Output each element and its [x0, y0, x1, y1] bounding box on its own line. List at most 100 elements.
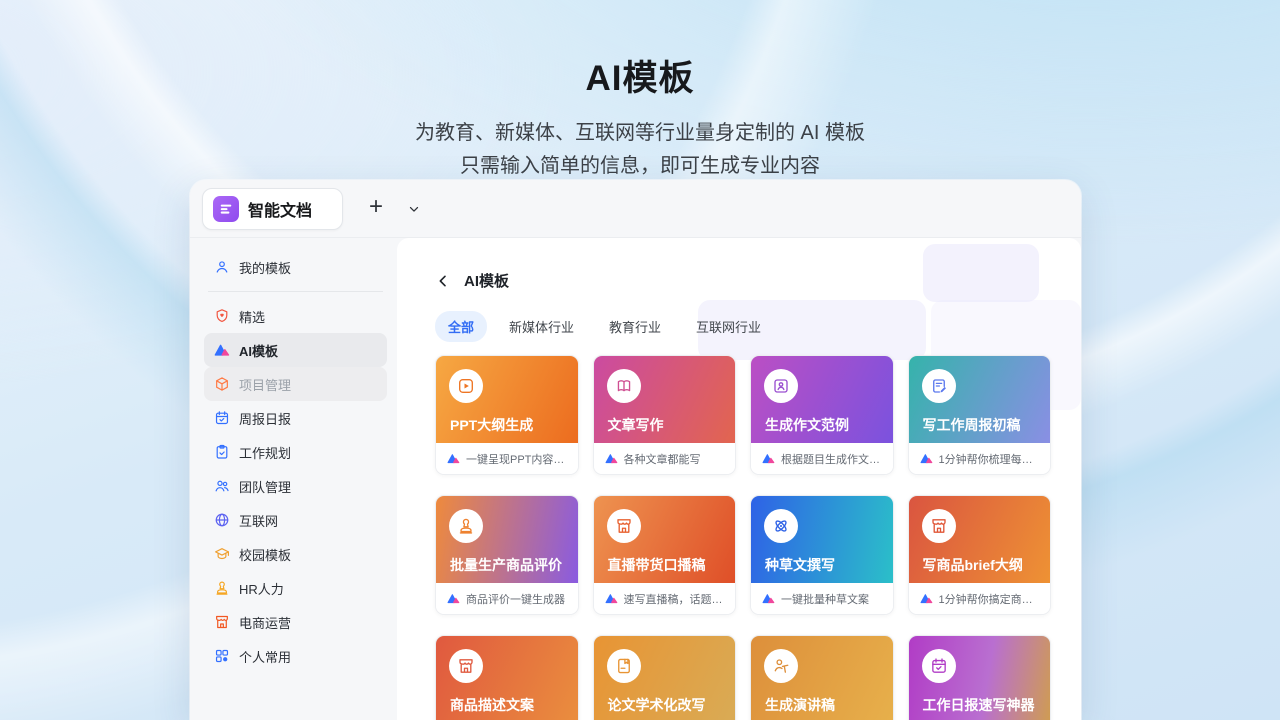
- sidebar-item-label: 工作规划: [239, 443, 291, 462]
- template-card[interactable]: 工作日报速写神器: [908, 635, 1052, 720]
- card-icon-badge: [922, 649, 956, 683]
- ai-logo-icon: [447, 593, 460, 604]
- app-switcher[interactable]: 智能文档: [202, 188, 343, 230]
- sidebar-item-2[interactable]: 精选: [204, 299, 387, 333]
- card-subtitle: 一键呈现PPT内容框架: [466, 451, 567, 467]
- card-subtitle: 速写直播稿，话题卖点...: [624, 591, 725, 607]
- card-subtitle: 各种文章都能写: [624, 451, 701, 467]
- card-icon-badge: [764, 509, 798, 543]
- panel-title: AI模板: [464, 270, 509, 291]
- card-title: 写工作周报初稿: [923, 415, 1021, 435]
- template-card[interactable]: 商品描述文案: [435, 635, 579, 720]
- card-cover: 写工作周报初稿: [909, 356, 1051, 443]
- template-card[interactable]: 直播带货口播稿 速写直播稿，话题卖点...: [593, 495, 737, 615]
- tab-3[interactable]: 互联网行业: [683, 311, 774, 342]
- sidebar-item-6[interactable]: 工作规划: [204, 435, 387, 469]
- card-title: 批量生产商品评价: [450, 555, 562, 575]
- card-cover: 写商品brief大纲: [909, 496, 1051, 583]
- card-subtitle: 1分钟帮你搞定商品宣传...: [939, 591, 1040, 607]
- template-card[interactable]: 写工作周报初稿 1分钟帮你梳理每周事项: [908, 355, 1052, 475]
- card-icon-badge: [449, 369, 483, 403]
- template-card[interactable]: 文章写作 各种文章都能写: [593, 355, 737, 475]
- store-icon: [214, 614, 230, 630]
- card-cover: 批量生产商品评价: [436, 496, 578, 583]
- template-card[interactable]: 批量生产商品评价 商品评价一键生成器: [435, 495, 579, 615]
- stamp-icon: [214, 580, 230, 596]
- chevron-down-icon[interactable]: [399, 194, 429, 224]
- book-open-icon: [615, 377, 633, 395]
- sidebar-item-label: AI模板: [239, 341, 278, 360]
- sidebar: 我的模板 精选 AI模板 项目管理 周报日报 工作规划 团队管理 互联网 校园模…: [190, 238, 397, 720]
- tab-1[interactable]: 新媒体行业: [496, 311, 587, 342]
- card-subtitle: 根据题目生成作文范例: [781, 451, 882, 467]
- sidebar-item-9[interactable]: 校园模板: [204, 537, 387, 571]
- sidebar-item-label: 校园模板: [239, 545, 291, 564]
- grid-blocks-icon: [214, 648, 230, 664]
- people-icon: [214, 478, 230, 494]
- sidebar-item-label: HR人力: [239, 579, 284, 598]
- card-title: 生成作文范例: [765, 415, 849, 435]
- card-subtitle: 一键批量种草文案: [781, 591, 869, 607]
- template-card[interactable]: 种草文撰写 一键批量种草文案: [750, 495, 894, 615]
- ai-logo-icon: [762, 593, 775, 604]
- card-icon-badge: [764, 649, 798, 683]
- card-title: 论文学术化改写: [608, 695, 706, 715]
- person-icon: [214, 259, 230, 275]
- card-icon-badge: [449, 509, 483, 543]
- card-title: 商品描述文案: [450, 695, 534, 715]
- sidebar-item-3[interactable]: AI模板: [204, 333, 387, 367]
- sidebar-item-label: 精选: [239, 307, 265, 326]
- page-header: AI模板 为教育、新媒体、互联网等行业量身定制的 AI 模板 只需输入简单的信息…: [0, 50, 1280, 183]
- card-title: 文章写作: [608, 415, 664, 435]
- card-title: 直播带货口播稿: [608, 555, 706, 575]
- sidebar-item-11[interactable]: 电商运营: [204, 605, 387, 639]
- card-icon-badge: [922, 369, 956, 403]
- book-mark-icon: [615, 657, 633, 675]
- template-card[interactable]: 生成作文范例 根据题目生成作文范例: [750, 355, 894, 475]
- card-title: 生成演讲稿: [765, 695, 835, 715]
- card-footer: 各种文章都能写: [594, 443, 736, 474]
- doc-lines-icon: [213, 196, 239, 222]
- card-footer: 一键批量种草文案: [751, 583, 893, 614]
- template-card[interactable]: 生成演讲稿: [750, 635, 894, 720]
- card-cover: PPT大纲生成: [436, 356, 578, 443]
- template-card[interactable]: PPT大纲生成 一键呈现PPT内容框架: [435, 355, 579, 475]
- sidebar-item-12[interactable]: 个人常用: [204, 639, 387, 673]
- sidebar-item-4[interactable]: 项目管理: [204, 367, 387, 401]
- sidebar-item-label: 我的模板: [239, 258, 291, 277]
- card-footer: 1分钟帮你梳理每周事项: [909, 443, 1051, 474]
- sidebar-item-0[interactable]: 我的模板: [204, 250, 387, 284]
- sidebar-item-8[interactable]: 互联网: [204, 503, 387, 537]
- new-document-button[interactable]: +: [361, 194, 391, 224]
- card-cover: 生成作文范例: [751, 356, 893, 443]
- grad-cap-icon: [214, 546, 230, 562]
- globe-icon: [214, 512, 230, 528]
- card-footer: 一键呈现PPT内容框架: [436, 443, 578, 474]
- calendar-icon: [214, 410, 230, 426]
- card-cover: 文章写作: [594, 356, 736, 443]
- card-cover: 生成演讲稿: [751, 636, 893, 720]
- stamp-icon: [457, 517, 475, 535]
- badge-heart-icon: [214, 308, 230, 324]
- sidebar-item-10[interactable]: HR人力: [204, 571, 387, 605]
- tab-2[interactable]: 教育行业: [596, 311, 674, 342]
- card-icon-badge: [607, 649, 641, 683]
- back-chevron-icon[interactable]: [435, 273, 451, 289]
- tab-0[interactable]: 全部: [435, 311, 487, 342]
- ai-logo-icon: [447, 453, 460, 464]
- ai-logo-icon: [920, 453, 933, 464]
- ai-logo-icon: [214, 342, 230, 358]
- card-footer: 速写直播稿，话题卖点...: [594, 583, 736, 614]
- sidebar-item-label: 团队管理: [239, 477, 291, 496]
- card-cover: 直播带货口播稿: [594, 496, 736, 583]
- template-card[interactable]: 论文学术化改写: [593, 635, 737, 720]
- sidebar-item-label: 项目管理: [239, 375, 291, 394]
- template-card[interactable]: 写商品brief大纲 1分钟帮你搞定商品宣传...: [908, 495, 1052, 615]
- sidebar-item-label: 电商运营: [239, 613, 291, 632]
- page-subtitle: 为教育、新媒体、互联网等行业量身定制的 AI 模板 只需输入简单的信息，即可生成…: [0, 117, 1280, 183]
- card-title: 写商品brief大纲: [923, 555, 1023, 575]
- card-title: PPT大纲生成: [450, 415, 533, 435]
- sidebar-item-7[interactable]: 团队管理: [204, 469, 387, 503]
- sidebar-item-5[interactable]: 周报日报: [204, 401, 387, 435]
- clipboard-check-icon: [214, 444, 230, 460]
